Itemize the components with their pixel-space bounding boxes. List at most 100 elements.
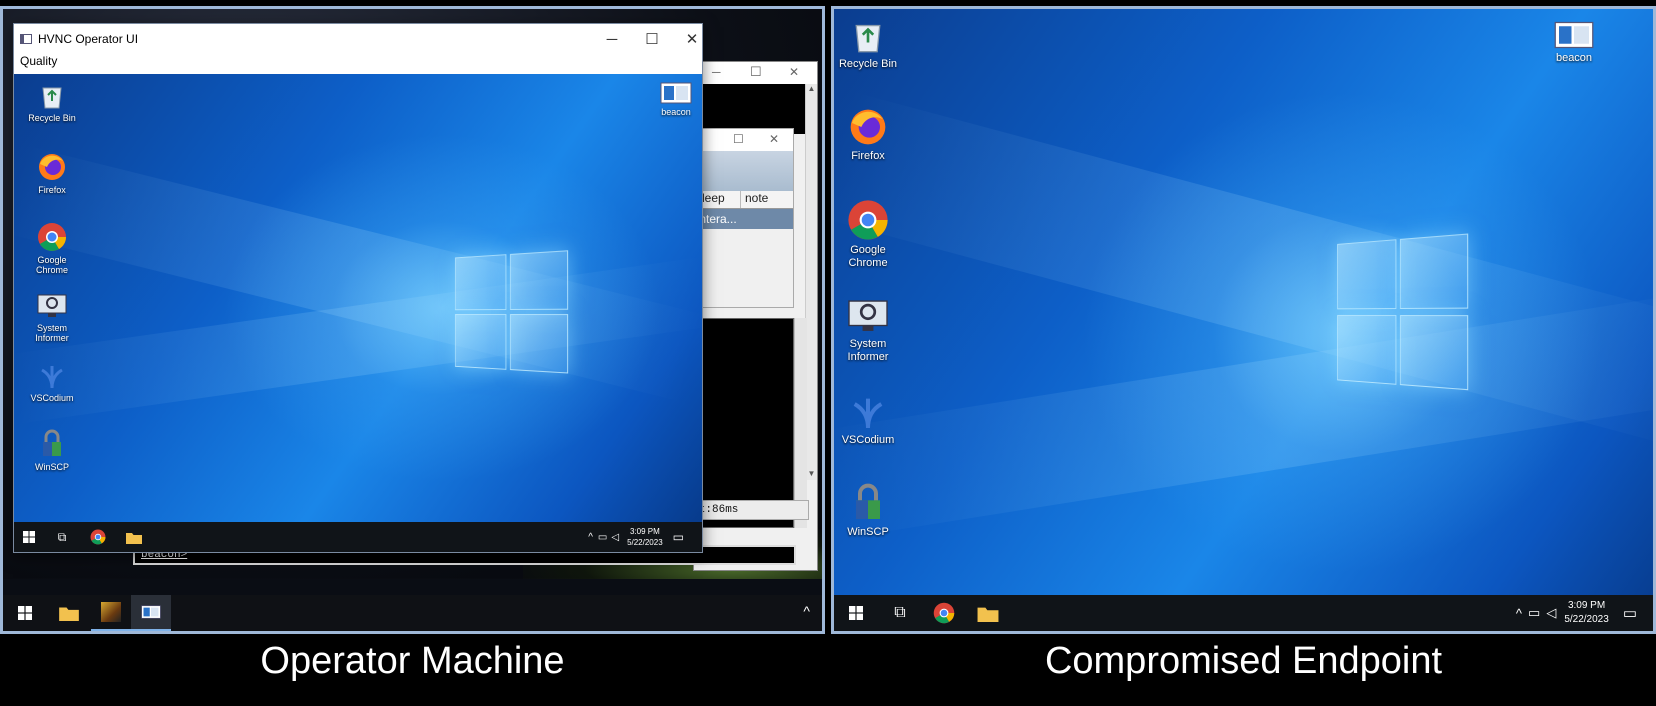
tray-chevron-up-icon[interactable]: ^ bbox=[588, 532, 593, 543]
scroll-down-icon[interactable]: ▼ bbox=[806, 469, 817, 478]
desktop-icon-vscodium[interactable]: VSCodium bbox=[24, 362, 80, 403]
windows-logo bbox=[454, 250, 570, 378]
firefox-icon bbox=[850, 109, 886, 145]
hvnc-operator-window[interactable]: HVNC Operator UI ─ ☐ ✕ Quality Recycle B… bbox=[13, 23, 703, 553]
desktop-icon-beacon[interactable]: beacon bbox=[648, 82, 702, 117]
taskbar-chrome-button[interactable] bbox=[80, 522, 116, 552]
console-scrollbar[interactable] bbox=[794, 318, 807, 528]
task-view-icon: ⧉ bbox=[57, 529, 67, 544]
hvnc-close-button[interactable]: ✕ bbox=[672, 24, 702, 54]
screenshot-root: ─ ☐ ✕ ▲ ▼ ☐ ✕ sleep note Intera... last:… bbox=[0, 0, 1656, 706]
beacon-icon bbox=[1554, 21, 1594, 49]
start-button[interactable] bbox=[14, 522, 44, 552]
desktop-icon-firefox[interactable]: Firefox bbox=[24, 152, 80, 195]
desktop-icon-firefox[interactable]: Firefox bbox=[834, 107, 908, 163]
desktop-icon-system-informer[interactable]: System Informer bbox=[24, 292, 80, 343]
caption-compromised-endpoint: Compromised Endpoint bbox=[1044, 640, 1443, 682]
beacon-icon bbox=[141, 605, 161, 619]
desktop-icon-recycle-bin[interactable]: Recycle Bin bbox=[834, 17, 908, 71]
background-app-maximize-button[interactable]: ☐ bbox=[750, 64, 762, 80]
folder-icon bbox=[977, 607, 999, 622]
windows-logo bbox=[1337, 233, 1470, 394]
chrome-icon bbox=[848, 200, 888, 240]
notification-icon[interactable]: ▭ bbox=[673, 530, 684, 544]
endpoint-taskbar: ⧉ ^ ▭ ◁ 3:09 PM 5/22/2023 ▭ bbox=[834, 595, 1653, 631]
endpoint-clock[interactable]: 3:09 PM 5/22/2023 bbox=[1564, 599, 1609, 627]
chrome-icon bbox=[90, 529, 106, 545]
clock-time: 3:09 PM bbox=[1567, 600, 1606, 611]
operator-cobalt-button[interactable] bbox=[91, 595, 131, 631]
compromised-endpoint-panel: Recycle Bin Firefox Google Chrome System… bbox=[831, 6, 1656, 634]
vscodium-icon bbox=[853, 398, 883, 429]
operator-taskbar: ^ bbox=[3, 595, 822, 631]
clock-date: 5/22/2023 bbox=[1564, 614, 1609, 625]
task-view-icon: ⧉ bbox=[894, 604, 906, 621]
winscp-icon bbox=[43, 429, 61, 456]
endpoint-system-tray: ^ ▭ ◁ 3:09 PM 5/22/2023 ▭ bbox=[1516, 595, 1653, 631]
task-view-button[interactable]: ⧉ bbox=[44, 522, 80, 552]
operator-tray-chevron-up-icon[interactable]: ^ bbox=[803, 603, 810, 619]
taskbar-explorer-button[interactable] bbox=[116, 522, 152, 552]
volume-icon[interactable]: ◁ bbox=[1546, 605, 1556, 621]
operator-hvnc-button[interactable] bbox=[131, 595, 171, 631]
menu-quality[interactable]: Quality bbox=[20, 54, 57, 68]
operator-machine-panel: ─ ☐ ✕ ▲ ▼ ☐ ✕ sleep note Intera... last:… bbox=[0, 6, 825, 634]
remote-system-tray: ^ ▭ ◁ 3:09 PM 5/22/2023 ▭ bbox=[588, 522, 702, 552]
operator-start-button[interactable] bbox=[3, 595, 47, 631]
desktop-icon-winscp[interactable]: WinSCP bbox=[834, 483, 908, 539]
cobalt-strike-icon bbox=[101, 602, 121, 622]
endpoint-task-view-button[interactable]: ⧉ bbox=[878, 595, 922, 631]
beacon-list-maximize-button[interactable]: ☐ bbox=[733, 132, 744, 146]
beacon-list-close-button[interactable]: ✕ bbox=[769, 132, 779, 146]
notification-icon[interactable]: ▭ bbox=[1623, 604, 1637, 622]
remote-clock[interactable]: 3:09 PM 5/22/2023 bbox=[627, 526, 663, 548]
volume-icon[interactable]: ◁ bbox=[611, 532, 619, 543]
remote-taskbar: ⧉ ^ ▭ ◁ 3:09 PM 5/22/2023 ▭ bbox=[14, 522, 702, 552]
desktop-icon-chrome[interactable]: Google Chrome bbox=[24, 222, 80, 275]
firefox-icon bbox=[39, 154, 65, 180]
scroll-up-icon[interactable]: ▲ bbox=[806, 84, 817, 93]
windows-start-icon bbox=[849, 606, 863, 620]
system-informer-icon bbox=[37, 294, 67, 317]
background-app-close-button[interactable]: ✕ bbox=[789, 65, 799, 79]
desktop-icon-vscodium[interactable]: VSCodium bbox=[834, 393, 908, 447]
recycle-bin-icon bbox=[855, 24, 881, 53]
desktop-icon-system-informer[interactable]: System Informer bbox=[834, 297, 908, 364]
desktop-icon-chrome[interactable]: Google Chrome bbox=[834, 199, 908, 270]
windows-start-icon bbox=[18, 606, 32, 620]
hvnc-title-text: HVNC Operator UI bbox=[38, 32, 139, 46]
operator-explorer-button[interactable] bbox=[47, 595, 91, 631]
winscp-icon bbox=[856, 483, 880, 519]
hvnc-menubar: Quality bbox=[14, 54, 702, 72]
endpoint-chrome-button[interactable] bbox=[922, 595, 966, 631]
background-app-window[interactable]: ─ ☐ ✕ ▲ ▼ ☐ ✕ sleep note Intera... last:… bbox=[654, 61, 818, 571]
vscodium-icon bbox=[41, 366, 63, 389]
system-informer-icon bbox=[848, 300, 888, 331]
recycle-bin-icon bbox=[42, 87, 62, 109]
column-header-note[interactable]: note bbox=[741, 191, 768, 208]
network-icon[interactable]: ▭ bbox=[598, 532, 607, 543]
windows-start-icon bbox=[23, 531, 35, 543]
endpoint-explorer-button[interactable] bbox=[966, 595, 1010, 631]
chrome-icon bbox=[933, 602, 955, 624]
endpoint-start-button[interactable] bbox=[834, 595, 878, 631]
tray-chevron-up-icon[interactable]: ^ bbox=[1516, 606, 1522, 621]
chrome-icon bbox=[38, 223, 66, 251]
network-icon[interactable]: ▭ bbox=[1528, 605, 1540, 621]
folder-icon bbox=[59, 607, 79, 621]
beacon-icon bbox=[660, 82, 692, 104]
desktop-icon-recycle-bin[interactable]: Recycle Bin bbox=[24, 82, 80, 123]
hvnc-maximize-button[interactable]: ☐ bbox=[632, 24, 672, 54]
background-app-titlebar: ─ ☐ ✕ bbox=[694, 62, 817, 84]
clock-date: 5/22/2023 bbox=[627, 538, 663, 547]
background-app-dark-strip bbox=[694, 84, 806, 134]
hvnc-minimize-button[interactable]: ─ bbox=[592, 24, 632, 54]
desktop-icon-beacon[interactable]: beacon bbox=[1534, 21, 1614, 65]
desktop-icon-winscp[interactable]: WinSCP bbox=[24, 429, 80, 472]
clock-time: 3:09 PM bbox=[629, 527, 660, 536]
remote-desktop-view[interactable]: Recycle Bin Firefox Google Chrome System… bbox=[14, 74, 702, 524]
app-window-icon bbox=[20, 34, 32, 44]
background-app-minimize-button[interactable]: ─ bbox=[712, 65, 721, 79]
caption-operator-machine: Operator Machine bbox=[260, 640, 565, 682]
folder-icon bbox=[126, 532, 142, 544]
